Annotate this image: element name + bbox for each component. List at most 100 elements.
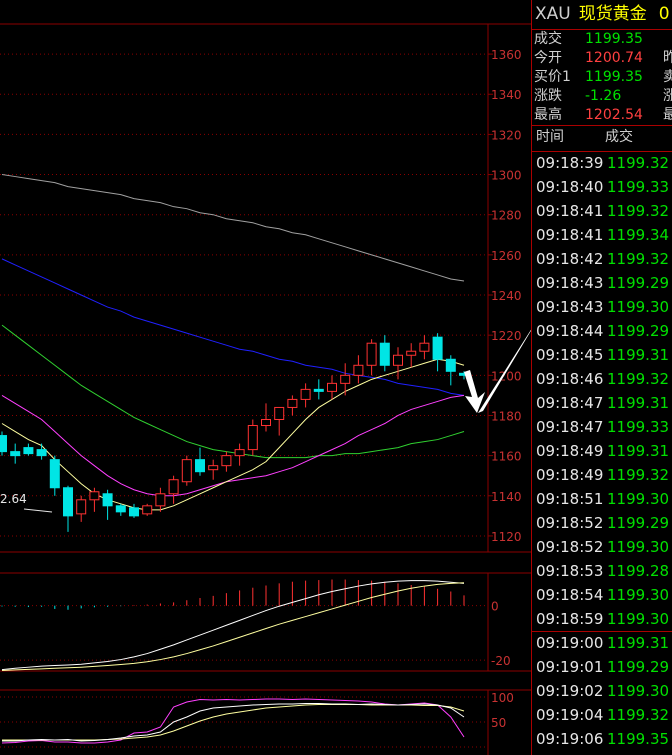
tick-row[interactable]: 09:19:04 1199.32 (532, 703, 672, 727)
candle-down (36, 449, 47, 457)
price-axis-label: 1360 (491, 48, 522, 62)
tick-row[interactable]: 09:18:43 1199.29 (532, 271, 672, 295)
tick-price: 1199.31 (607, 394, 670, 412)
candle-up (393, 354, 403, 366)
tick-row[interactable]: 09:18:47 1199.31 (532, 391, 672, 415)
tick-row[interactable]: 09:18:51 1199.30 (532, 487, 672, 511)
candle-up (327, 382, 337, 392)
tick-row[interactable]: 09:18:59 1199.30 (532, 607, 672, 631)
ma10-line (1, 394, 465, 497)
candle-up (89, 491, 100, 501)
tick-price: 1199.30 (607, 610, 670, 628)
tick-row[interactable]: 09:18:52 1199.29 (532, 511, 672, 535)
tick-row[interactable]: 09:19:00 1199.31 (532, 631, 672, 655)
tick-price: 1199.30 (607, 490, 670, 508)
tick-row[interactable]: 09:18:40 1199.33 (532, 175, 672, 199)
tick-price: 1199.30 (607, 298, 670, 316)
tick-price: 1199.35 (607, 730, 670, 748)
tick-price: 1199.32 (607, 154, 670, 172)
tick-list-divider (532, 631, 672, 632)
tick-price: 1199.29 (607, 514, 670, 532)
price-axis-label: 1120 (491, 530, 522, 544)
quote-label: 成交 (534, 31, 562, 47)
tick-row[interactable]: 09:18:46 1199.32 (532, 367, 672, 391)
tick-row[interactable]: 09:18:49 1199.31 (532, 439, 672, 463)
kdj-axis-label: 100 (491, 691, 514, 705)
candle-up (181, 459, 192, 483)
quote-value: 1202.54 (585, 107, 643, 123)
quote-value: 1200.74 (585, 50, 643, 66)
candle-down (23, 447, 34, 455)
tick-time: 09:18:49 (536, 466, 604, 484)
candle-down (445, 358, 456, 372)
candle-down (432, 336, 443, 360)
tick-price: 1199.30 (607, 682, 670, 700)
tick-table-header: 时间 成交 (532, 125, 672, 152)
tick-time: 09:18:59 (536, 610, 604, 628)
tick-row[interactable]: 09:18:42 1199.32 (532, 247, 672, 271)
kdj-indicator-panel[interactable]: 100 50 (0, 689, 531, 755)
candle-up (287, 398, 298, 408)
candle-up (353, 364, 364, 376)
tick-price: 1199.29 (607, 658, 670, 676)
down-arrow-annotation (464, 370, 485, 413)
price-axis-label: 1280 (491, 209, 522, 223)
tick-time: 09:18:46 (536, 370, 604, 388)
tick-price: 1199.33 (607, 418, 670, 436)
tick-list[interactable]: 09:18:39 1199.32 09:18:40 1199.33 09:18:41 11… (532, 151, 672, 751)
kline-chart-area[interactable]: 1120114011601180120012201240126012801300… (0, 0, 531, 755)
candle-up (76, 499, 87, 515)
tick-row[interactable]: 09:18:39 1199.32 (532, 151, 672, 175)
tick-row[interactable]: 09:18:45 1199.31 (532, 343, 672, 367)
quote-label-secondary: 最 (663, 107, 672, 123)
tick-price: 1199.30 (607, 586, 670, 604)
tick-time: 09:18:42 (536, 250, 604, 268)
quote-label: 最高 (534, 107, 562, 123)
candle-down (49, 459, 60, 489)
candle-up (340, 374, 351, 384)
tick-row[interactable]: 09:18:43 1199.30 (532, 295, 672, 319)
price-axis-label: 1300 (491, 169, 522, 183)
quote-value: 1199.35 (585, 31, 643, 47)
tick-time: 09:18:51 (536, 490, 604, 508)
macd-axis-label: 0 (491, 600, 499, 614)
candle-down (195, 459, 205, 473)
tick-time: 09:19:06 (536, 730, 604, 748)
price-axis-label: 1240 (491, 289, 522, 303)
macd-indicator-panel[interactable]: 0 -20 (0, 572, 531, 672)
tick-row[interactable]: 09:18:44 1199.29 (532, 319, 672, 343)
tick-time: 09:19:00 (536, 634, 604, 652)
tick-row[interactable]: 09:18:53 1199.28 (532, 559, 672, 583)
main-price-chart[interactable]: 1120114011601180120012201240126012801300… (0, 23, 531, 553)
price-axis-label: 1340 (491, 88, 522, 102)
tick-row[interactable]: 09:18:41 1199.32 (532, 199, 672, 223)
kdj-axis-label: 50 (491, 716, 506, 730)
tick-row[interactable]: 09:18:47 1199.33 (532, 415, 672, 439)
quote-panel: XAU 现货黄金 0 成交 1199.35 今开 1200.74 昨买价1 1199.35 卖涨… (531, 0, 672, 755)
tick-price: 1199.29 (607, 322, 670, 340)
tick-row[interactable]: 09:19:06 1199.35 (532, 727, 672, 751)
candle-up (300, 388, 311, 400)
ma120-line (1, 174, 465, 282)
tick-time: 09:18:52 (536, 514, 604, 532)
tick-row[interactable]: 09:19:01 1199.29 (532, 655, 672, 679)
tick-price: 1199.32 (607, 250, 670, 268)
kdj-k-line (2, 703, 465, 742)
tick-row[interactable]: 09:18:54 1199.30 (532, 583, 672, 607)
quote-label: 涨跌 (534, 88, 562, 104)
candle-up (142, 505, 153, 515)
tick-row[interactable]: 09:18:52 1199.30 (532, 535, 672, 559)
quote-value: -1.26 (585, 88, 622, 104)
tick-row[interactable]: 09:19:02 1199.30 (532, 679, 672, 703)
ma60-line (1, 258, 465, 396)
tick-price: 1199.31 (607, 346, 670, 364)
candle-down (10, 451, 21, 457)
price-axis-label: 1320 (491, 128, 522, 142)
candle-up (274, 406, 285, 420)
tick-row[interactable]: 09:18:41 1199.34 (532, 223, 672, 247)
tick-row[interactable]: 09:18:49 1199.32 (532, 463, 672, 487)
candle-down (63, 487, 73, 517)
quote-value: 1199.35 (585, 69, 643, 85)
price-axis-label: 1180 (491, 409, 522, 423)
macd-dea-line (1, 582, 465, 671)
